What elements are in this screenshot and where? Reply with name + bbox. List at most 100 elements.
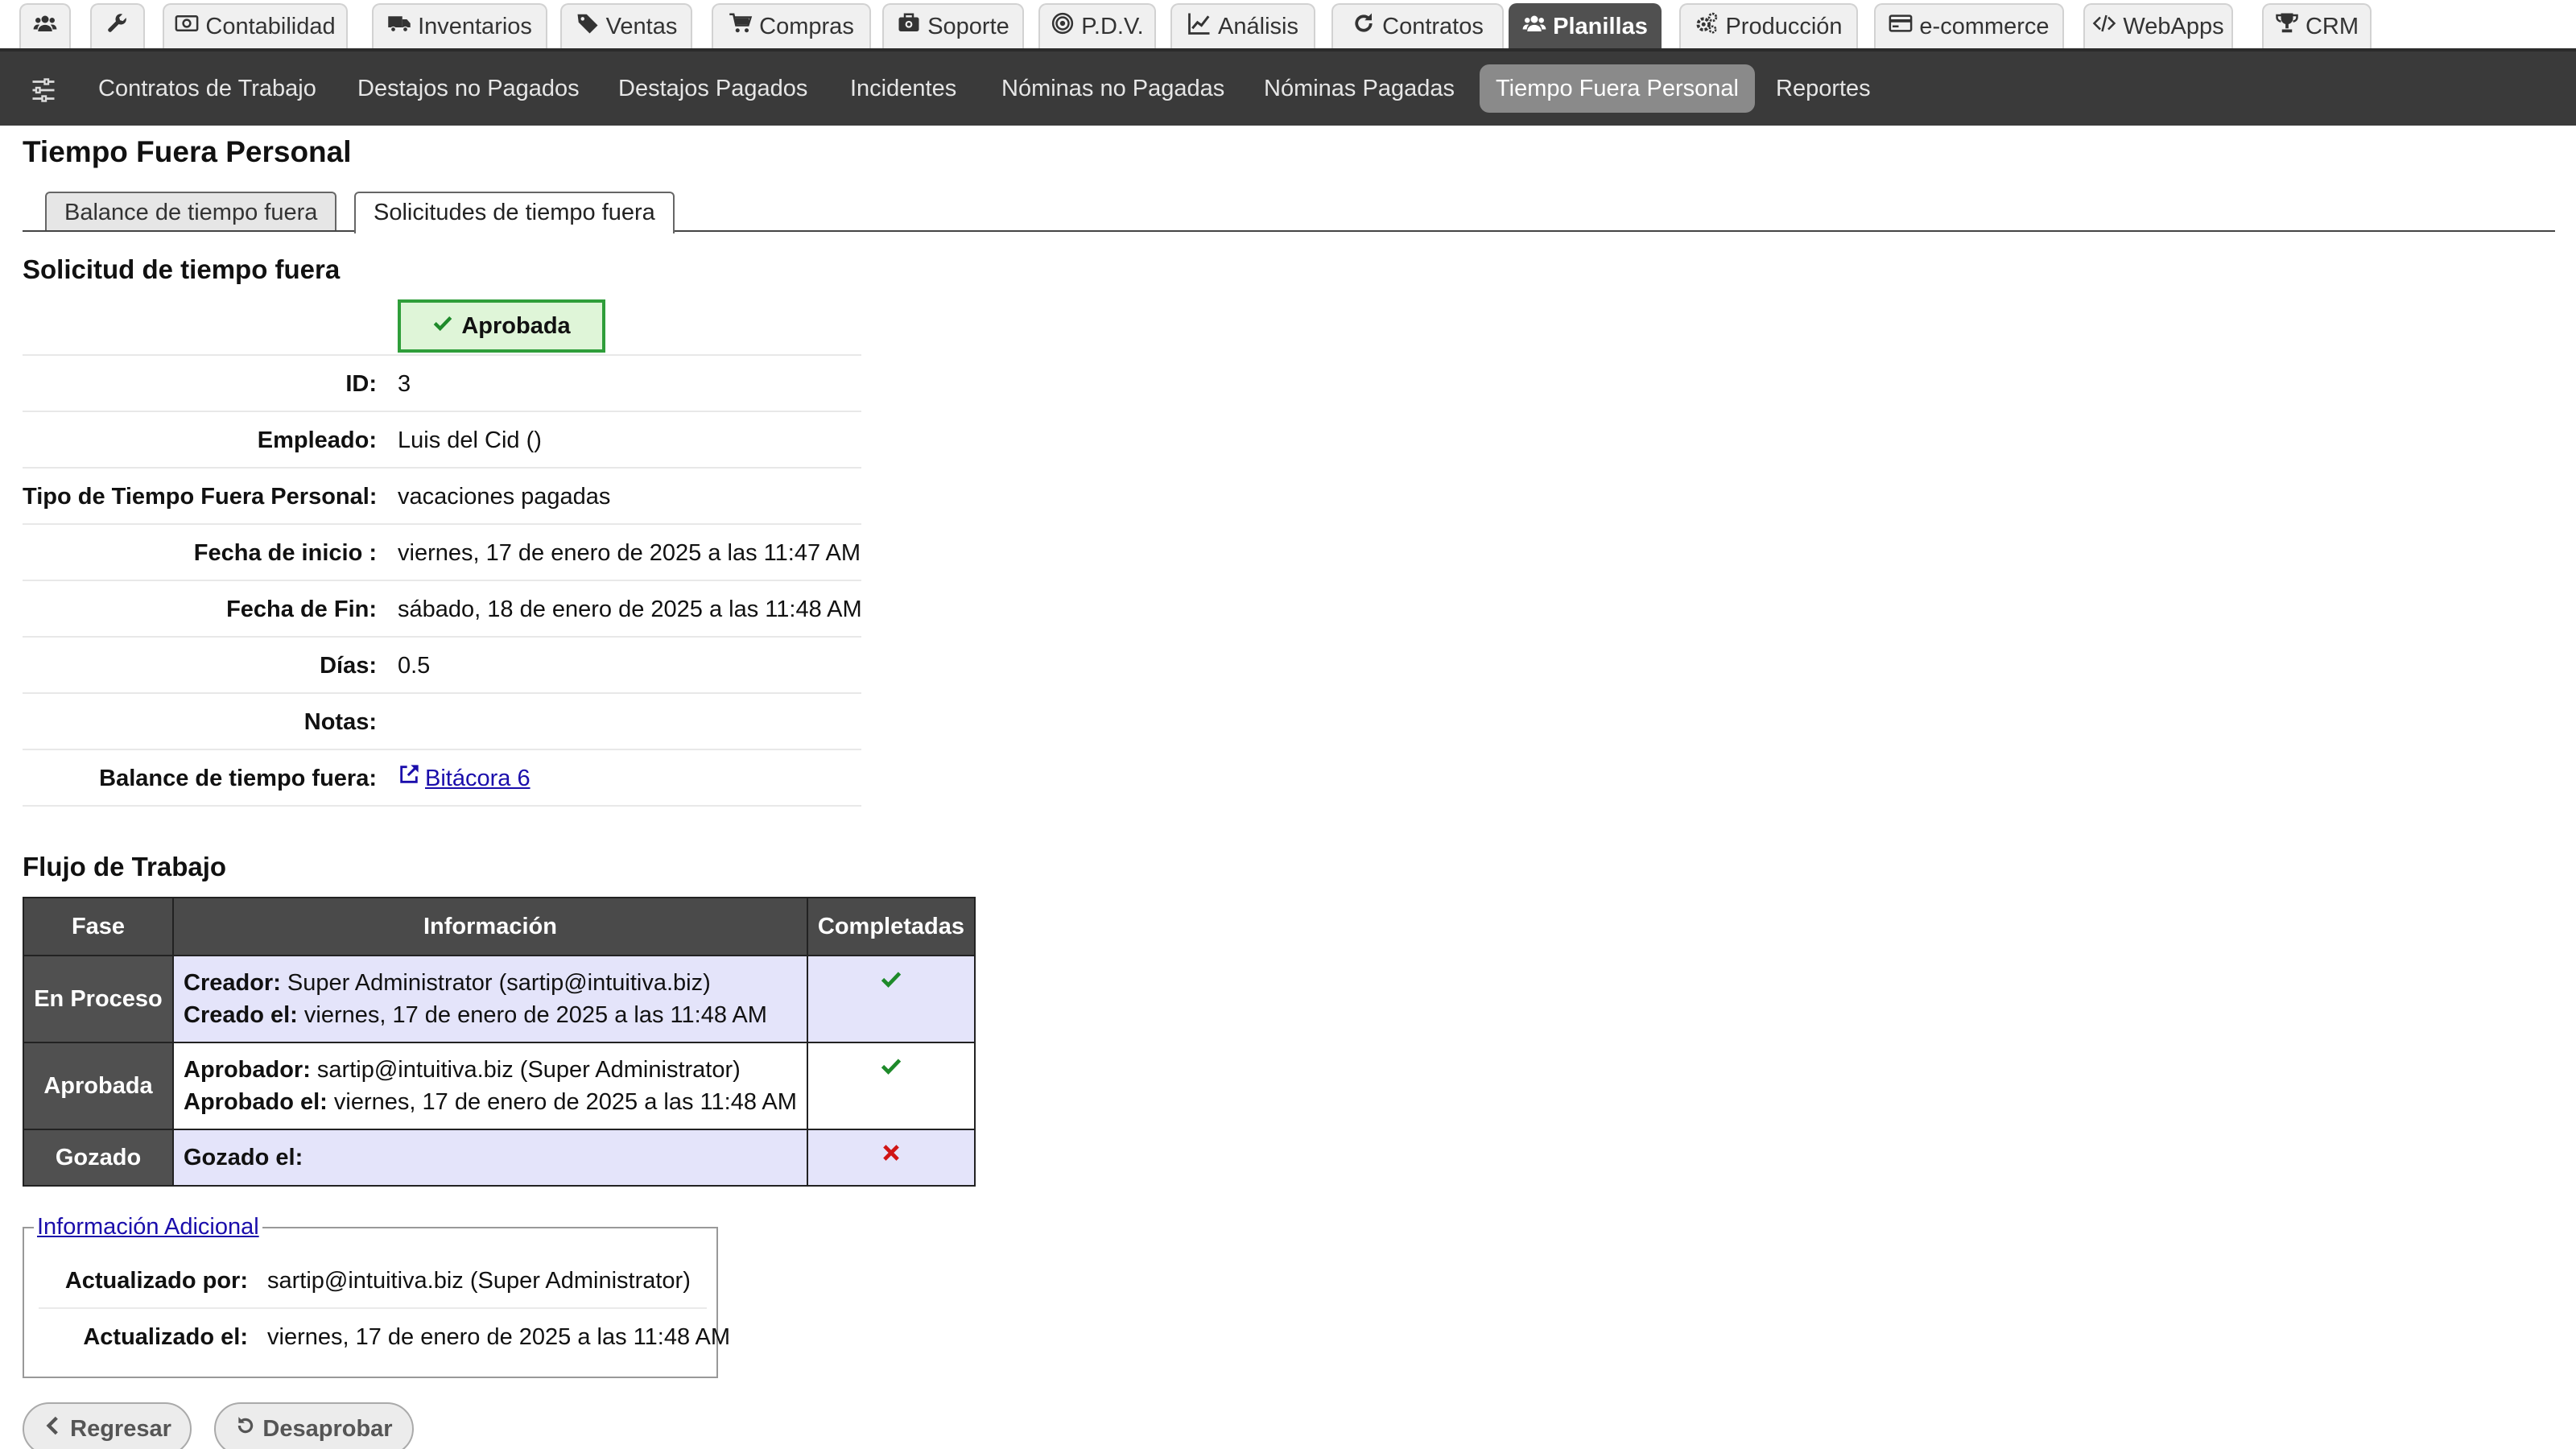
cart-icon	[729, 11, 759, 42]
detail-row-empleado: Empleado: Luis del Cid ()	[23, 412, 861, 469]
info-key: Aprobador:	[184, 1057, 311, 1083]
subnav-nominas-pagadas[interactable]: Nóminas Pagadas	[1248, 64, 1471, 113]
detail-label: Fecha de Fin:	[226, 597, 377, 622]
module-tab-soporte[interactable]: Soporte	[882, 3, 1024, 48]
module-label: Producción	[1725, 13, 1843, 39]
wrench-icon	[105, 11, 130, 42]
module-tab-compras[interactable]: Compras	[712, 3, 871, 48]
module-tab-ventas[interactable]: Ventas	[560, 3, 692, 48]
detail-label: Días:	[320, 653, 377, 679]
cogs-icon	[1695, 11, 1725, 42]
module-label: Planillas	[1553, 13, 1648, 39]
detail-row-balance: Balance de tiempo fuera: Bitácora 6	[23, 750, 861, 807]
users-icon	[33, 11, 57, 42]
support-icon	[897, 11, 927, 42]
info-value: Super Administrator (sartip@intuitiva.bi…	[280, 970, 711, 996]
module-tab-analisis[interactable]: Análisis	[1170, 3, 1315, 48]
detail-value: sábado, 18 de enero de 2025 a las 11:48 …	[398, 597, 862, 622]
detail-label: Notas:	[303, 709, 377, 735]
subnav-tiempo-fuera-personal[interactable]: Tiempo Fuera Personal	[1480, 64, 1755, 113]
module-tab-produccion[interactable]: Producción	[1679, 3, 1858, 48]
balance-link[interactable]: Bitácora 6	[398, 750, 530, 807]
subnav-nominas-no-pagadas[interactable]: Nóminas no Pagadas	[985, 64, 1241, 113]
additional-value: sartip@intuitiva.biz (Super Administrato…	[267, 1268, 691, 1294]
users-icon	[1522, 11, 1553, 42]
table-row: En Proceso Creador: Super Administrator …	[23, 955, 976, 1043]
detail-label: Fecha de inicio :	[193, 540, 377, 566]
undo-icon	[235, 1415, 262, 1443]
module-tab-contabilidad[interactable]: Contabilidad	[163, 3, 348, 48]
detail-value: 3	[398, 371, 411, 397]
detail-row-status	[23, 299, 861, 356]
workflow-phase: Gozado	[23, 1129, 174, 1187]
detail-value: vacaciones pagadas	[398, 484, 611, 510]
app-window: Contabilidad Inventarios Ventas Compras …	[0, 0, 2576, 1449]
module-label: Análisis	[1218, 13, 1298, 39]
workflow-info: Creador: Super Administrator (sartip@int…	[172, 955, 808, 1043]
detail-row-dias: Días: 0.5	[23, 638, 861, 694]
module-label: CRM	[2305, 13, 2359, 39]
request-section-title: Solicitud de tiempo fuera	[23, 254, 341, 284]
additional-info-fieldset: Información Adicional Actualizado por: s…	[23, 1214, 730, 1378]
table-row: Gozado Gozado el:	[23, 1129, 976, 1187]
code-icon	[2092, 11, 2123, 42]
subnav-contratos-de-trabajo[interactable]: Contratos de Trabajo	[82, 64, 332, 113]
module-tab-settings[interactable]	[90, 3, 145, 48]
tags-icon	[576, 11, 606, 42]
back-button[interactable]: Regresar	[23, 1402, 192, 1449]
detail-label: Balance de tiempo fuera:	[99, 766, 377, 791]
module-tab-crm[interactable]: CRM	[2262, 3, 2372, 48]
detail-row-tipo: Tipo de Tiempo Fuera Personal: vacacione…	[23, 469, 861, 525]
module-tab-webapps[interactable]: WebApps	[2083, 3, 2233, 48]
module-tab-planillas[interactable]: Planillas	[1509, 3, 1662, 48]
module-label: Inventarios	[418, 13, 532, 39]
detail-value: 0.5	[398, 653, 431, 679]
workflow-phase: Aprobada	[23, 1042, 174, 1130]
module-tab-contratos[interactable]: Contratos	[1331, 3, 1504, 48]
workflow-done	[806, 1042, 976, 1130]
tab-solicitudes-de-tiempo-fuera[interactable]: Solicitudes de tiempo fuera	[354, 192, 675, 233]
info-key: Creado el:	[184, 1002, 298, 1028]
workflow-header-informacion: Información	[172, 897, 808, 956]
additional-row-updated-at: Actualizado el: viernes, 17 de enero de …	[39, 1309, 730, 1365]
module-label: Contratos	[1382, 13, 1484, 39]
detail-label: Tipo de Tiempo Fuera Personal:	[23, 484, 378, 510]
refresh-icon	[1352, 11, 1382, 42]
chart-icon	[1187, 11, 1218, 42]
detail-label: Empleado:	[257, 427, 377, 453]
additional-row-updated-by: Actualizado por: sartip@intuitiva.biz (S…	[39, 1253, 707, 1309]
module-label: Soporte	[927, 13, 1009, 39]
module-tab-home[interactable]	[19, 3, 71, 48]
back-button-label: Regresar	[70, 1415, 171, 1442]
subnav-destajos-pagados[interactable]: Destajos Pagados	[602, 64, 824, 113]
subnav-reportes[interactable]: Reportes	[1760, 64, 1887, 113]
workflow-title: Flujo de Trabajo	[23, 852, 227, 881]
target-icon	[1051, 11, 1081, 42]
detail-row-fecha-inicio: Fecha de inicio : viernes, 17 de enero d…	[23, 525, 861, 581]
detail-row-id: ID: 3	[23, 356, 861, 412]
module-label: WebApps	[2123, 13, 2224, 39]
workflow-done	[806, 955, 976, 1043]
additional-label: Actualizado por:	[64, 1268, 248, 1294]
sliders-icon[interactable]	[29, 76, 58, 105]
module-tab-pdv[interactable]: P.D.V.	[1038, 3, 1156, 48]
workflow-done	[806, 1129, 976, 1187]
detail-value: viernes, 17 de enero de 2025 a las 11:47…	[398, 540, 861, 566]
table-row: Aprobada Aprobador: sartip@intuitiva.biz…	[23, 1042, 976, 1130]
tab-balance-de-tiempo-fuera[interactable]: Balance de tiempo fuera	[45, 192, 337, 230]
module-tab-ecommerce[interactable]: e-commerce	[1874, 3, 2064, 48]
module-tab-inventarios[interactable]: Inventarios	[372, 3, 547, 48]
subnav-destajos-no-pagados[interactable]: Destajos no Pagados	[341, 64, 596, 113]
additional-info-toggle[interactable]: Información Adicional	[34, 1214, 262, 1241]
additional-label: Actualizado el:	[83, 1324, 248, 1350]
additional-value: viernes, 17 de enero de 2025 a las 11:48…	[267, 1324, 731, 1350]
subnav-incidentes[interactable]: Incidentes	[834, 64, 972, 113]
detail-value: Bitácora 6	[398, 750, 530, 807]
close-icon	[880, 1144, 902, 1170]
workflow-header-fase: Fase	[23, 897, 174, 956]
disapprove-button[interactable]: Desaprobar	[214, 1402, 414, 1449]
module-label: e-commerce	[1919, 13, 2050, 39]
external-link-icon	[398, 750, 425, 807]
detail-label: ID:	[345, 371, 377, 397]
module-bar: Contabilidad Inventarios Ventas Compras …	[0, 0, 2576, 48]
